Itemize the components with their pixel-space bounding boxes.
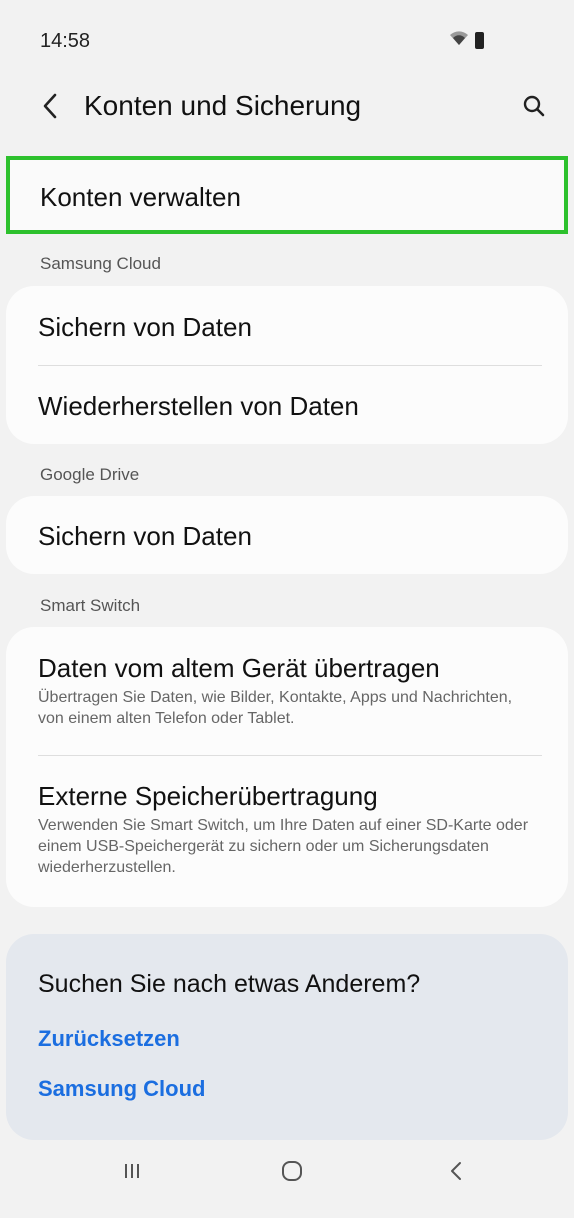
list-item-title: Wiederherstellen von Daten [38,391,359,421]
google-backup-item[interactable]: Sichern von Daten [6,496,568,574]
section-header-smart-switch: Smart Switch [40,596,141,615]
manage-accounts-item[interactable]: Konten verwalten [6,156,568,234]
google-drive-card: Sichern von Daten [6,496,568,574]
reset-link[interactable]: Zurücksetzen [38,1026,180,1052]
recent-apps-icon [122,1161,142,1186]
search-icon [522,94,546,123]
transfer-old-device-item[interactable]: Daten vom altem Gerät übertragen Übertra… [6,627,568,755]
recent-apps-button[interactable] [102,1148,162,1198]
section-header-samsung-cloud: Samsung Cloud [40,254,161,273]
list-item-title: Externe Speicherübertragung [38,781,378,811]
list-item-description: Übertragen Sie Daten, wie Bilder, Kontak… [38,689,513,727]
suggestions-card: Suchen Sie nach etwas Anderem? Zurückset… [6,934,568,1140]
status-bar: 14:58 [0,0,574,80]
manage-accounts-label: Konten verwalten [40,182,241,212]
navigation-bar [0,1128,574,1218]
suggestions-title: Suchen Sie nach etwas Anderem? [38,970,421,998]
list-item-title: Daten vom altem Gerät übertragen [38,653,440,683]
samsung-cloud-link[interactable]: Samsung Cloud [38,1076,205,1102]
app-bar: Konten und Sicherung [0,78,574,138]
back-arrow-icon [42,93,58,124]
smart-switch-card: Daten vom altem Gerät übertragen Übertra… [6,627,568,907]
home-button[interactable] [262,1148,322,1198]
page-title: Konten und Sicherung [84,90,362,121]
list-item-description: Verwenden Sie Smart Switch, um Ihre Date… [38,817,529,876]
nav-back-button[interactable] [426,1148,486,1198]
samsung-cloud-card: Sichern von Daten Wiederherstellen von D… [6,286,568,444]
samsung-restore-item[interactable]: Wiederherstellen von Daten [6,365,568,444]
list-item-title: Sichern von Daten [38,312,252,342]
wifi-icon [449,30,469,51]
samsung-backup-item[interactable]: Sichern von Daten [6,286,568,365]
list-item-title: Sichern von Daten [38,521,252,551]
battery-icon [475,32,484,49]
back-icon [449,1160,463,1187]
section-header-google-drive: Google Drive [40,465,140,484]
external-storage-transfer-item[interactable]: Externe Speicherübertragung Verwenden Si… [6,755,568,907]
status-icons [449,30,484,51]
search-button[interactable] [514,88,554,128]
back-button[interactable] [30,88,70,128]
home-icon [280,1159,304,1188]
status-time: 14:58 [40,30,91,52]
